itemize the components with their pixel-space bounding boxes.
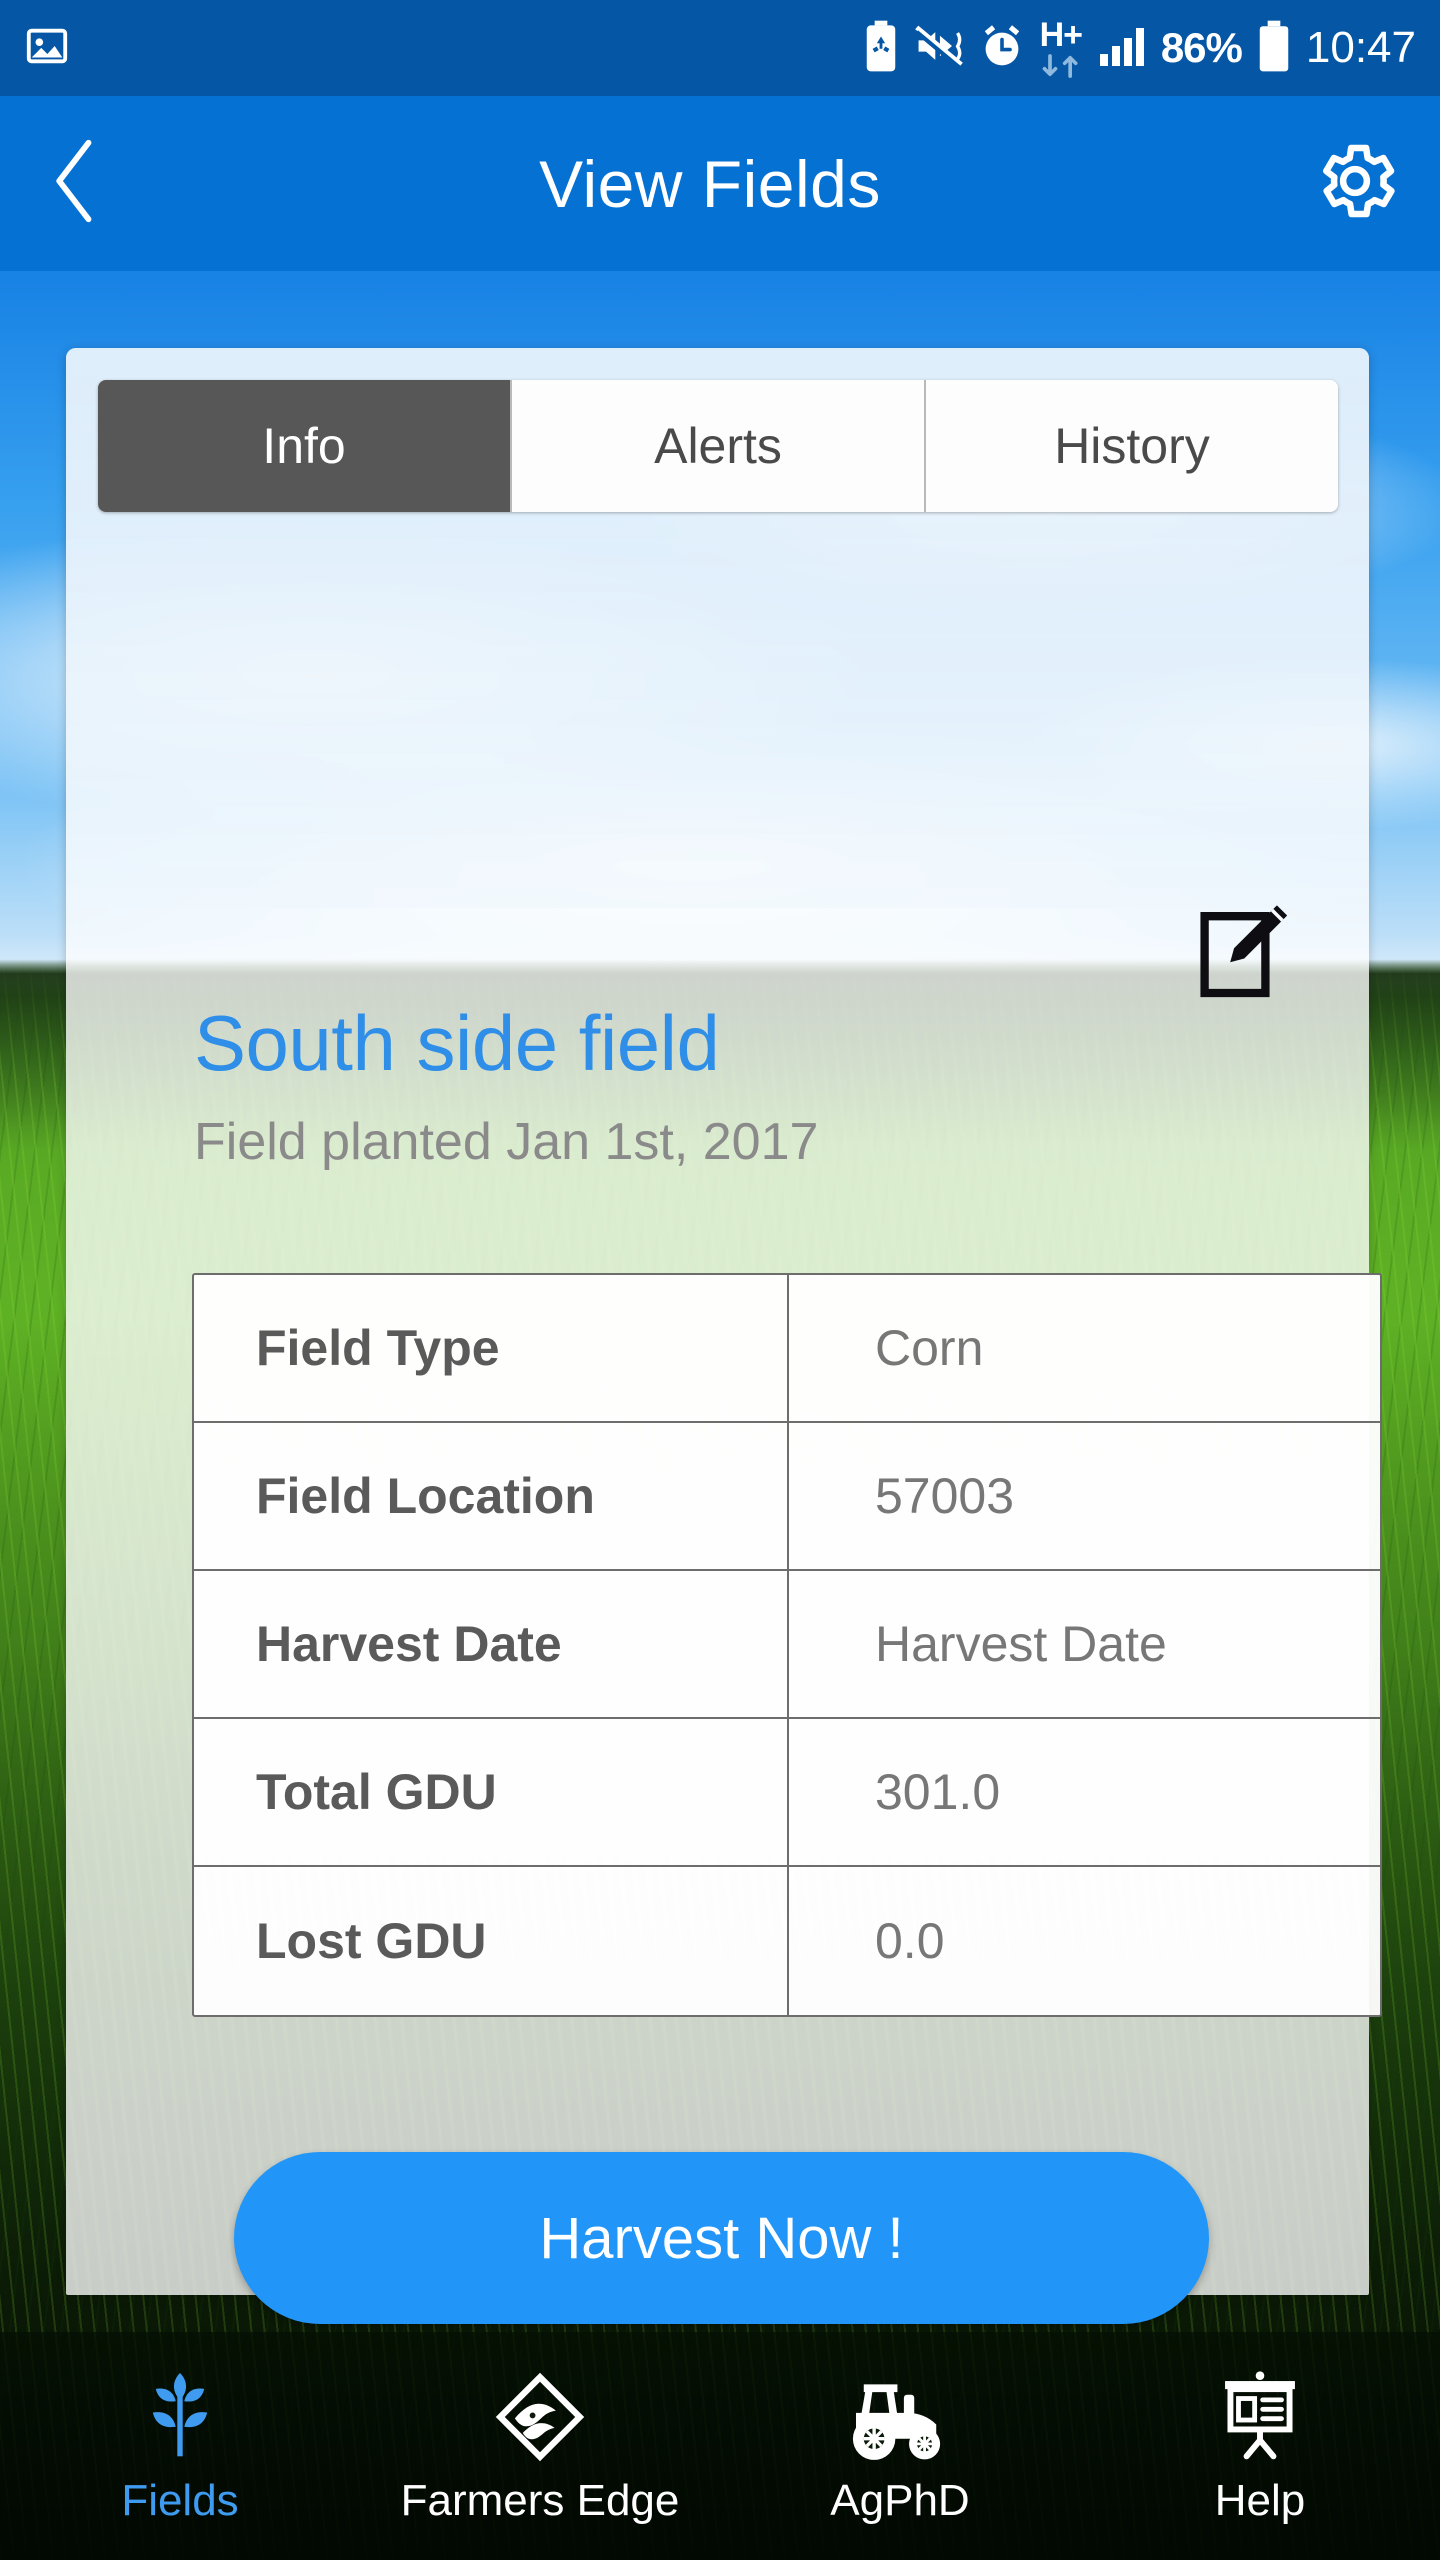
table-cell-key: Field Location [194, 1423, 789, 1569]
tractor-icon [848, 2366, 952, 2462]
table-row: Field Type Corn [194, 1275, 1380, 1423]
nav-label-fields: Fields [121, 2476, 239, 2525]
app-header-bar: View Fields [0, 96, 1440, 271]
field-planted-date: Field planted Jan 1st, 2017 [194, 1113, 819, 1171]
nav-label-help: Help [1214, 2476, 1306, 2525]
table-row: Harvest Date Harvest Date [194, 1571, 1380, 1719]
nav-item-fields[interactable]: Fields [0, 2332, 360, 2560]
tab-bar: Info Alerts History [98, 380, 1338, 512]
gallery-icon [24, 23, 70, 74]
nav-item-farmers-edge[interactable]: Farmers Edge [360, 2332, 720, 2560]
table-cell-key: Harvest Date [194, 1571, 789, 1717]
field-details-table: Field Type Corn Field Location 57003 Har… [192, 1273, 1382, 2017]
table-row: Total GDU 301.0 [194, 1719, 1380, 1867]
gear-icon [1309, 135, 1401, 232]
info-card: Info Alerts History South side field Fie… [66, 348, 1382, 2324]
table-cell-key: Total GDU [194, 1719, 789, 1865]
nav-item-help[interactable]: Help [1080, 2332, 1440, 2560]
signal-bars-icon [1096, 22, 1148, 75]
presentation-board-icon [1217, 2366, 1303, 2462]
status-bar: H+ 86% 10:47 [0, 0, 1440, 96]
bottom-navigation-bar: Fields Farmers Edge AgPhD Help [0, 2332, 1440, 2560]
table-cell-value: 301.0 [875, 1764, 1001, 1820]
table-cell-key: Field Type [194, 1275, 789, 1421]
nav-label-agphd: AgPhD [830, 2476, 970, 2525]
table-row: Field Location 57003 [194, 1423, 1380, 1571]
field-name: South side field [194, 999, 720, 1087]
nav-item-agphd[interactable]: AgPhD [720, 2332, 1080, 2560]
tab-history[interactable]: History [926, 380, 1338, 512]
wheat-plant-icon [137, 2366, 223, 2462]
farmers-edge-logo-icon [495, 2366, 585, 2462]
hplus-data-icon: H+ [1039, 18, 1083, 78]
table-row: Lost GDU 0.0 [194, 1867, 1380, 2015]
settings-button[interactable] [1270, 135, 1440, 232]
battery-icon [1255, 19, 1293, 78]
battery-percent-label: 86% [1160, 24, 1243, 71]
edit-pencil-icon [1195, 905, 1291, 1010]
harvest-now-button[interactable]: Harvest Now ! [234, 2152, 1209, 2324]
edit-field-button[interactable] [1195, 900, 1291, 1006]
back-button[interactable] [0, 135, 150, 232]
chevron-left-icon [48, 135, 102, 232]
table-cell-value[interactable]: Harvest Date [789, 1571, 1380, 1717]
battery-saver-icon [862, 20, 900, 77]
alarm-clock-icon [978, 22, 1026, 75]
vibrate-mute-icon [913, 23, 965, 74]
table-cell-value[interactable]: Corn [789, 1275, 1380, 1421]
tab-info[interactable]: Info [98, 380, 512, 512]
tab-alerts[interactable]: Alerts [512, 380, 926, 512]
nav-label-farmers-edge: Farmers Edge [400, 2476, 680, 2525]
table-cell-key: Lost GDU [194, 1867, 789, 2015]
table-cell-value: 0.0 [875, 1913, 945, 1969]
table-cell-value[interactable]: 57003 [789, 1423, 1380, 1569]
clock-label: 10:47 [1305, 23, 1416, 72]
page-title: View Fields [539, 146, 881, 221]
app-screen: H+ 86% 10:47 View Fields Info Alerts His… [0, 0, 1440, 2560]
